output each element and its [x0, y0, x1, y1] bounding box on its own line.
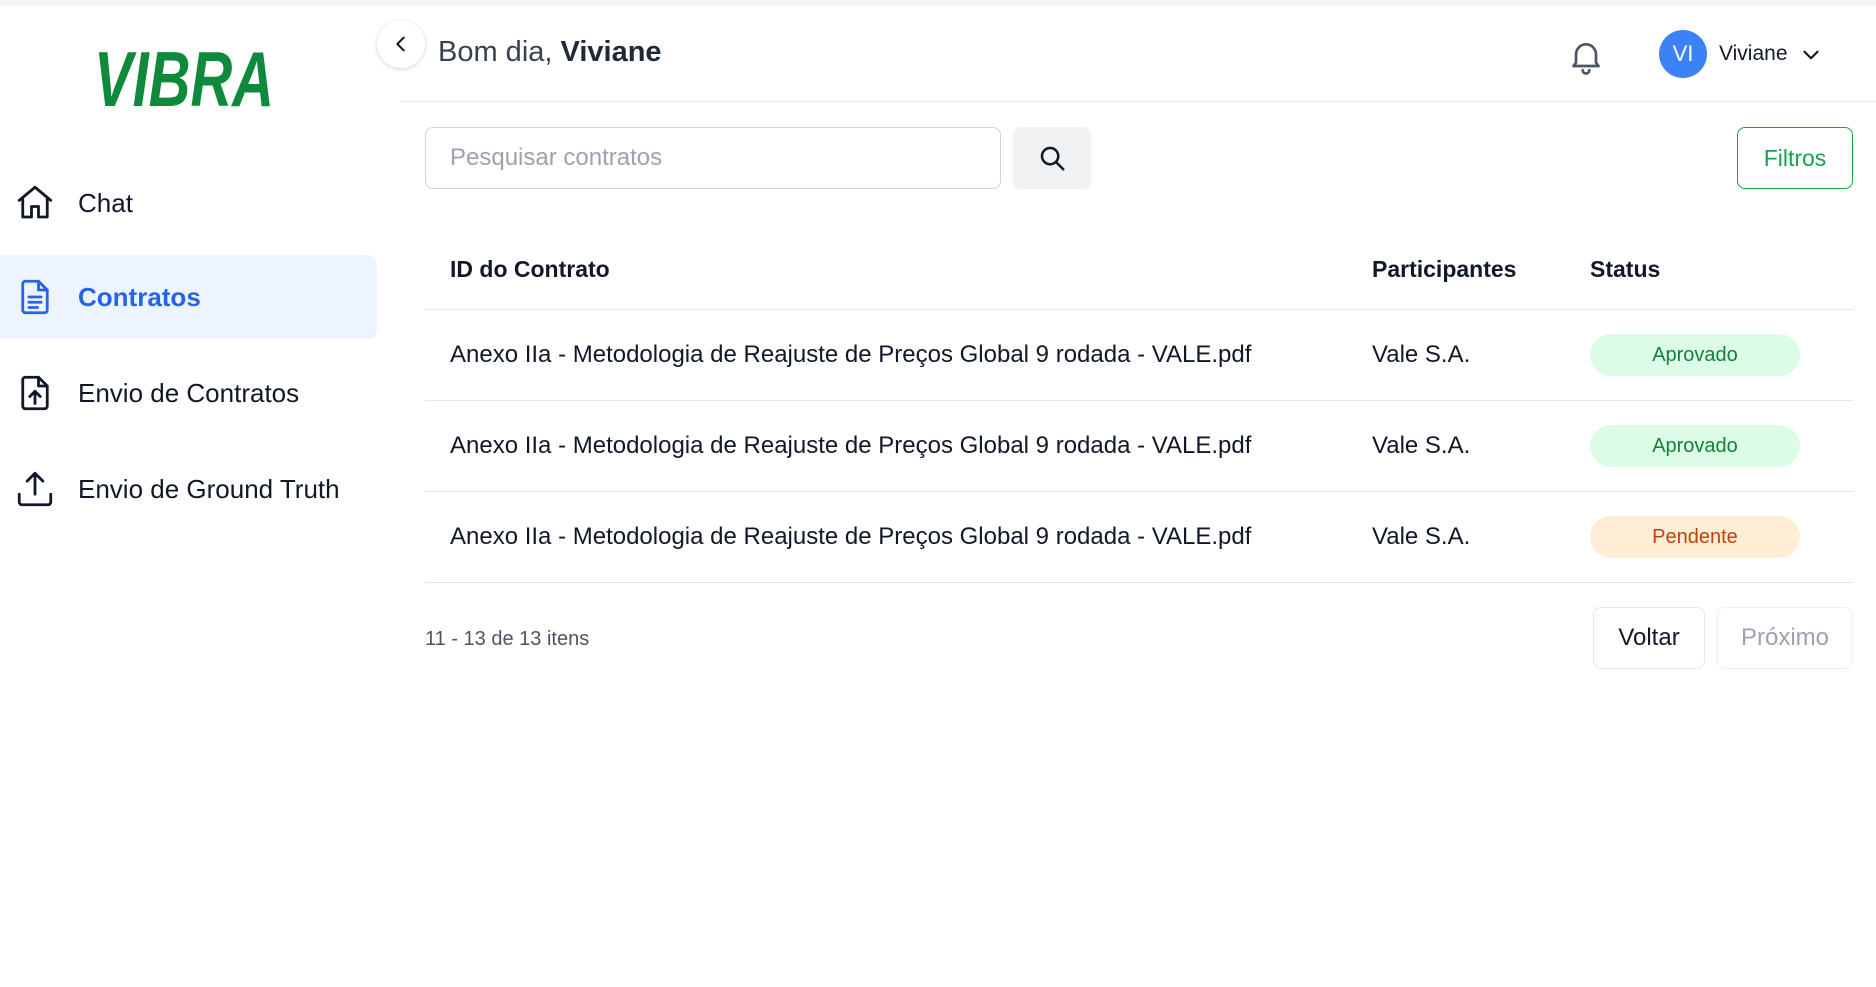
chevron-down-icon[interactable] — [1798, 42, 1824, 68]
contract-id-cell[interactable]: Anexo IIa - Metodologia de Reajuste de P… — [450, 492, 1251, 582]
column-header-id[interactable]: ID do Contrato — [450, 256, 610, 283]
filters-button[interactable]: Filtros — [1737, 127, 1853, 189]
next-button[interactable]: Próximo — [1717, 607, 1853, 669]
sidebar-item-label: Envio de Contratos — [78, 377, 300, 408]
status-cell: Aprovado — [1590, 401, 1800, 491]
contract-id-cell[interactable]: Anexo IIa - Metodologia de Reajuste de P… — [450, 310, 1251, 400]
greeting-name: Viviane — [560, 36, 662, 68]
status-cell: Aprovado — [1590, 310, 1800, 400]
greeting-prefix: Bom dia, — [438, 36, 553, 68]
collapse-sidebar-button[interactable] — [377, 20, 425, 68]
search-button[interactable] — [1013, 127, 1091, 189]
bell-icon[interactable] — [1566, 36, 1606, 76]
participants-cell: Vale S.A. — [1372, 432, 1471, 459]
page-greeting: Bom dia, Viviane — [438, 36, 662, 69]
upload-icon — [14, 468, 56, 510]
svg-text:VIBRA: VIBRA — [94, 42, 274, 114]
search-input[interactable] — [425, 127, 1001, 189]
sidebar-item-label: Envio de Ground Truth — [78, 473, 340, 504]
sidebar-item-label: Contratos — [78, 281, 201, 312]
status-badge: Aprovado — [1590, 425, 1800, 467]
header-divider — [402, 101, 1876, 102]
sidebar-item-envio-de-ground-truth[interactable]: Envio de Ground Truth — [0, 447, 377, 531]
sidebar-item-envio-de-contratos[interactable]: Envio de Contratos — [0, 351, 377, 435]
user-name[interactable]: Viviane — [1719, 42, 1788, 66]
sidebar-item-chat[interactable]: Chat — [0, 161, 377, 245]
chevron-left-icon — [396, 36, 405, 52]
status-cell: Pendente — [1590, 492, 1800, 582]
document-icon — [14, 276, 56, 318]
pagination-info: 11 - 13 de 13 itens — [425, 628, 590, 650]
status-badge: Pendente — [1590, 516, 1800, 558]
table-row[interactable]: Anexo IIa - Metodologia de Reajuste de P… — [425, 310, 1853, 401]
vibra-logo[interactable]: VIBRA — [94, 42, 276, 114]
contract-id-cell[interactable]: Anexo IIa - Metodologia de Reajuste de P… — [450, 401, 1251, 491]
participants-cell: Vale S.A. — [1372, 523, 1471, 550]
sidebar-item-contratos[interactable]: Contratos — [0, 255, 377, 339]
home-icon — [14, 182, 56, 224]
sidebar-item-label: Chat — [78, 187, 133, 218]
search-icon — [1040, 146, 1065, 171]
column-header-participants[interactable]: Participantes — [1372, 256, 1516, 283]
table-row[interactable]: Anexo IIa - Metodologia de Reajuste de P… — [425, 492, 1853, 583]
column-header-status[interactable]: Status — [1590, 256, 1660, 283]
sidebar: VIBRA Chat Contratos Envio de Contratos … — [0, 6, 402, 987]
file-upload-icon — [14, 372, 56, 414]
status-badge: Aprovado — [1590, 334, 1800, 376]
avatar[interactable]: VI — [1659, 30, 1707, 78]
participants-cell: Vale S.A. — [1372, 341, 1471, 368]
table-row[interactable]: Anexo IIa - Metodologia de Reajuste de P… — [425, 401, 1853, 492]
table-header: ID do Contrato Participantes Status — [425, 230, 1853, 310]
back-button[interactable]: Voltar — [1593, 607, 1705, 669]
